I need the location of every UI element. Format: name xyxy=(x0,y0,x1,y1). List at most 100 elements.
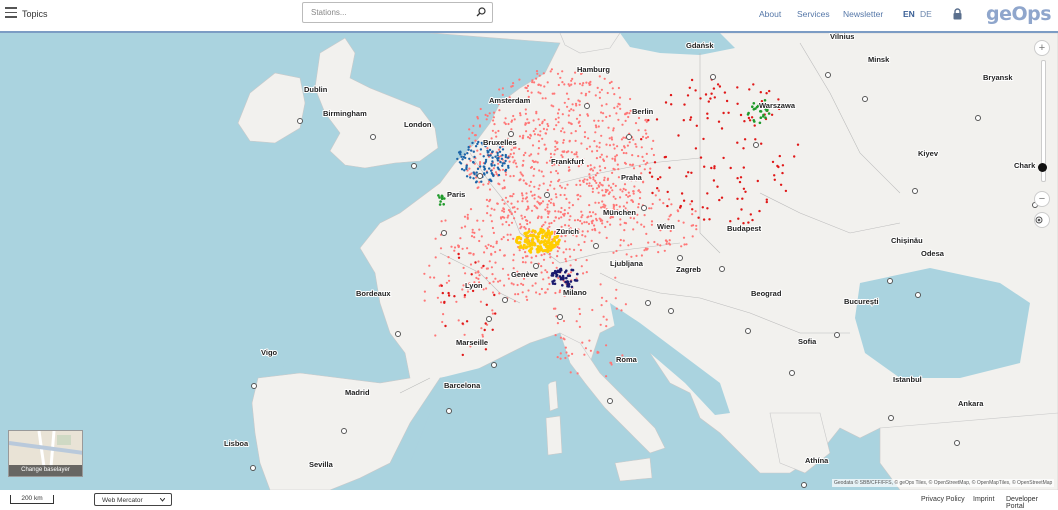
train-dot[interactable] xyxy=(707,100,710,103)
train-dot[interactable] xyxy=(528,221,532,224)
train-dot[interactable] xyxy=(667,218,670,221)
train-dot[interactable] xyxy=(723,91,727,94)
train-dot[interactable] xyxy=(710,166,713,170)
train-dot[interactable] xyxy=(649,167,652,170)
train-dot[interactable] xyxy=(453,249,456,252)
train-dot[interactable] xyxy=(565,248,568,251)
train-dot[interactable] xyxy=(553,92,556,95)
train-dot[interactable] xyxy=(519,114,522,117)
train-dot[interactable] xyxy=(622,187,625,190)
train-dot[interactable] xyxy=(613,158,617,161)
train-dot[interactable] xyxy=(491,160,494,163)
train-dot[interactable] xyxy=(539,84,542,87)
train-dot[interactable] xyxy=(652,139,655,142)
train-dot[interactable] xyxy=(496,151,499,155)
train-dot[interactable] xyxy=(765,198,768,201)
train-dot[interactable] xyxy=(591,222,594,225)
train-dot[interactable] xyxy=(620,309,623,312)
train-dot[interactable] xyxy=(477,260,480,263)
train-dot[interactable] xyxy=(503,121,506,124)
train-dot[interactable] xyxy=(616,163,619,166)
train-dot[interactable] xyxy=(644,118,648,121)
train-dot[interactable] xyxy=(741,197,744,200)
train-dot[interactable] xyxy=(479,161,482,164)
train-dot[interactable] xyxy=(463,333,466,336)
train-dot[interactable] xyxy=(444,219,447,222)
train-dot[interactable] xyxy=(718,85,722,88)
train-dot[interactable] xyxy=(561,70,564,73)
train-dot[interactable] xyxy=(498,292,501,295)
train-dot[interactable] xyxy=(690,224,693,227)
train-dot[interactable] xyxy=(556,356,559,359)
train-dot[interactable] xyxy=(568,201,571,204)
train-dot[interactable] xyxy=(482,183,485,186)
train-dot[interactable] xyxy=(601,189,604,192)
train-dot[interactable] xyxy=(650,223,654,226)
train-dot[interactable] xyxy=(513,300,517,303)
train-dot[interactable] xyxy=(478,239,481,243)
train-dot[interactable] xyxy=(443,301,446,304)
train-dot[interactable] xyxy=(500,217,503,220)
train-dot[interactable] xyxy=(538,293,541,296)
train-dot[interactable] xyxy=(563,150,566,153)
train-dot[interactable] xyxy=(530,261,533,264)
train-dot[interactable] xyxy=(677,134,680,137)
train-dot[interactable] xyxy=(559,352,562,355)
train-dot[interactable] xyxy=(444,324,447,328)
train-dot[interactable] xyxy=(610,363,613,366)
train-dot[interactable] xyxy=(589,177,592,180)
train-dot[interactable] xyxy=(473,134,477,137)
train-dot[interactable] xyxy=(612,143,615,146)
train-dot[interactable] xyxy=(564,257,567,261)
train-dot[interactable] xyxy=(556,141,559,144)
train-dot[interactable] xyxy=(549,201,552,204)
train-dot[interactable] xyxy=(562,139,565,142)
train-dot[interactable] xyxy=(583,131,587,134)
train-dot[interactable] xyxy=(518,249,521,252)
train-dot[interactable] xyxy=(702,218,706,221)
train-dot[interactable] xyxy=(469,252,472,255)
train-dot[interactable] xyxy=(695,228,698,231)
train-dot[interactable] xyxy=(539,92,542,95)
train-dot[interactable] xyxy=(531,194,534,197)
train-dot[interactable] xyxy=(598,165,601,168)
train-dot[interactable] xyxy=(486,212,489,215)
topics-label[interactable]: Topics xyxy=(22,9,48,19)
train-dot[interactable] xyxy=(521,246,525,250)
train-dot[interactable] xyxy=(516,283,519,287)
train-dot[interactable] xyxy=(600,134,603,137)
train-dot[interactable] xyxy=(550,68,554,71)
train-dot[interactable] xyxy=(579,219,582,223)
train-dot[interactable] xyxy=(463,294,467,297)
train-dot[interactable] xyxy=(580,265,583,268)
train-dot[interactable] xyxy=(503,186,506,189)
train-dot[interactable] xyxy=(638,165,641,168)
train-dot[interactable] xyxy=(555,169,558,173)
train-dot[interactable] xyxy=(701,206,704,209)
train-dot[interactable] xyxy=(651,202,654,206)
train-dot[interactable] xyxy=(690,200,694,203)
train-dot[interactable] xyxy=(491,226,494,230)
train-dot[interactable] xyxy=(471,289,475,293)
train-dot[interactable] xyxy=(614,297,617,300)
train-dot[interactable] xyxy=(541,97,544,100)
train-dot[interactable] xyxy=(447,294,451,297)
train-dot[interactable] xyxy=(473,155,476,159)
lock-icon[interactable] xyxy=(952,8,963,20)
train-dot[interactable] xyxy=(602,112,605,115)
train-dot[interactable] xyxy=(512,161,515,164)
train-dot[interactable] xyxy=(524,255,528,258)
train-dot[interactable] xyxy=(555,196,558,199)
train-dot[interactable] xyxy=(600,111,603,114)
train-dot[interactable] xyxy=(457,256,461,259)
train-dot[interactable] xyxy=(489,198,492,201)
train-dot[interactable] xyxy=(544,221,547,224)
train-dot[interactable] xyxy=(486,147,489,150)
train-dot[interactable] xyxy=(612,129,615,132)
train-dot[interactable] xyxy=(615,307,618,310)
train-dot[interactable] xyxy=(516,207,519,210)
train-dot[interactable] xyxy=(617,118,620,121)
train-dot[interactable] xyxy=(605,325,608,328)
train-dot[interactable] xyxy=(507,214,510,217)
train-dot[interactable] xyxy=(759,110,763,113)
